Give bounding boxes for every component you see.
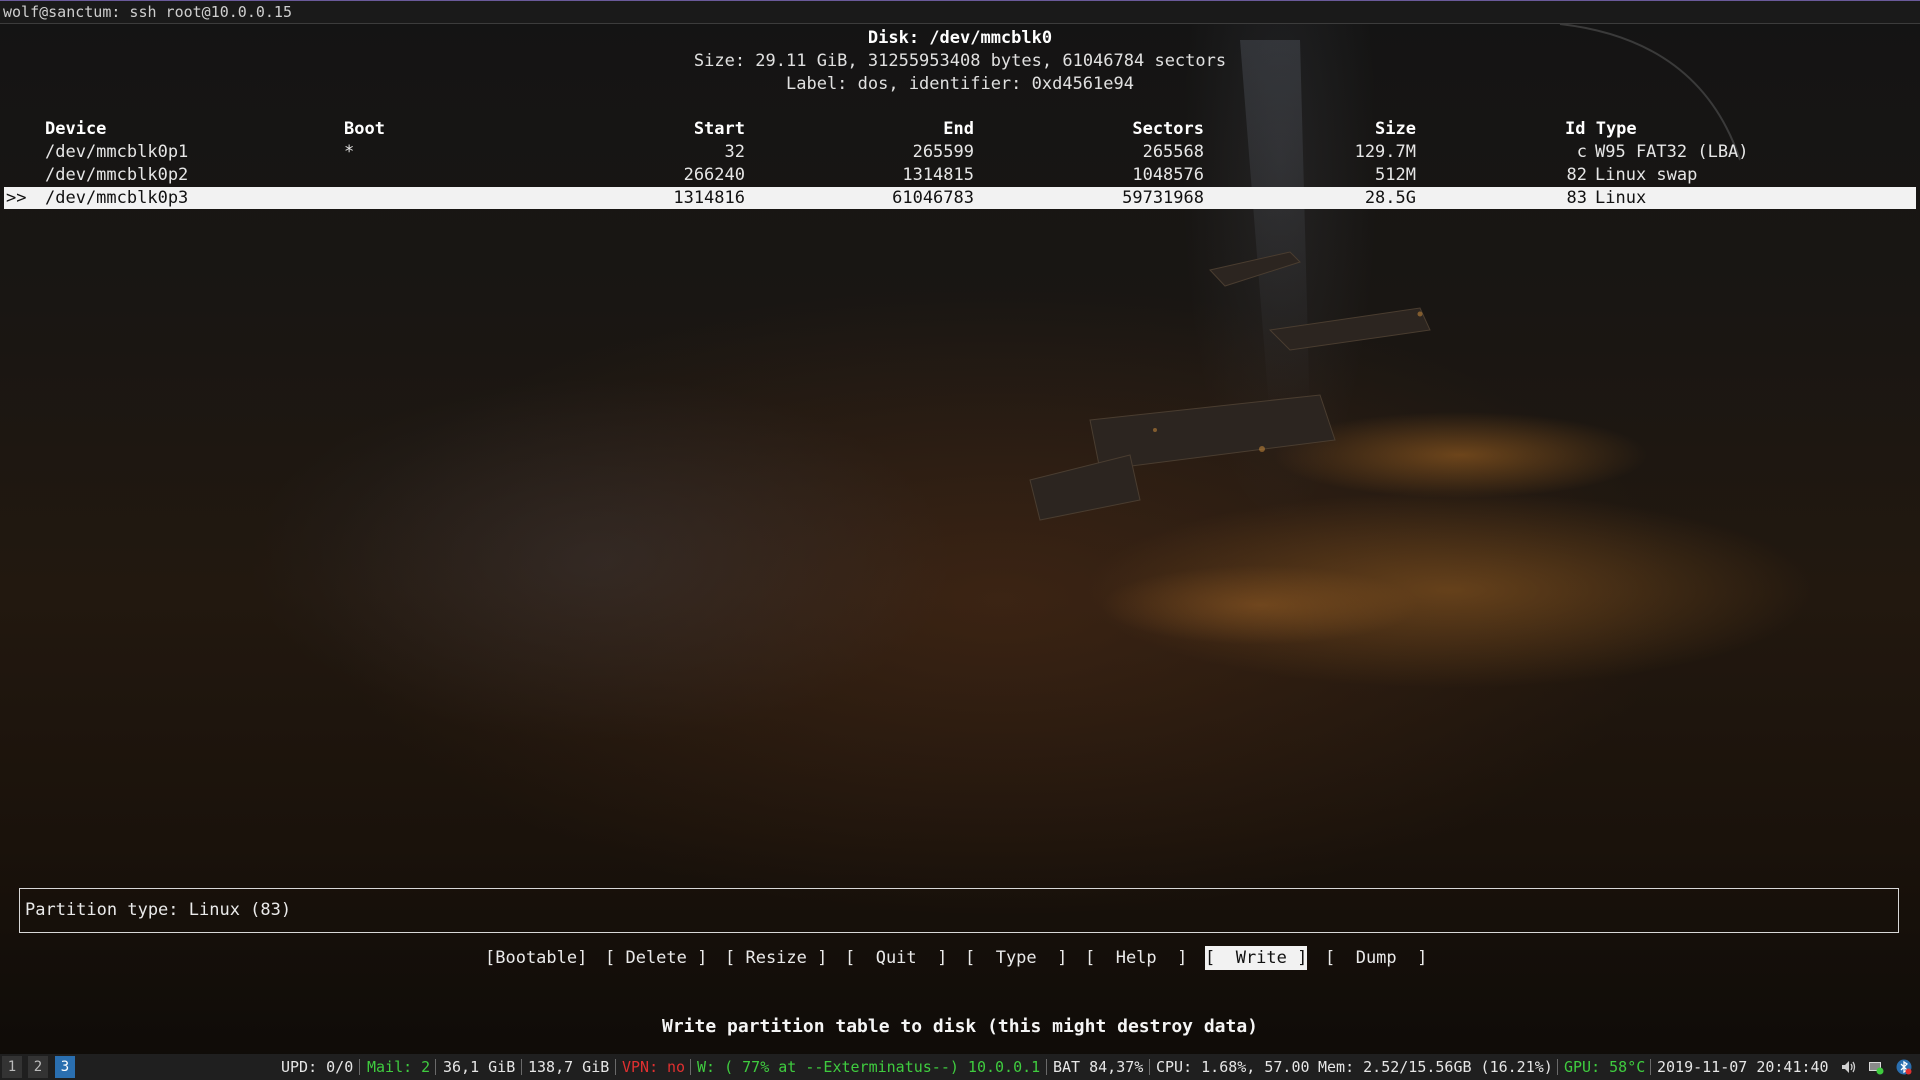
terminal-screen: wolf@sanctum: ssh root@10.0.0.15 Disk: /… (0, 0, 1920, 1080)
cpu-indicator: CPU: 1.68%, 57.00 (1156, 1058, 1310, 1076)
separator (615, 1059, 616, 1075)
partition-sectors: 1048576 (1132, 165, 1204, 185)
partition-type: Linux (1595, 188, 1647, 208)
partition-boot-flag: * (344, 142, 355, 162)
separator (690, 1059, 691, 1075)
workspace-2-button[interactable]: 2 (28, 1056, 48, 1078)
partition-sectors: 59731968 (1122, 188, 1204, 208)
bootable-button[interactable]: [Bootable] (485, 946, 587, 970)
help-button[interactable]: [ Help ] (1085, 946, 1187, 970)
column-header-boot: Boot (344, 119, 385, 139)
updates-indicator: UPD: 0/0 (281, 1058, 354, 1076)
partition-size: 512M (1375, 165, 1416, 185)
column-header-start: Start (693, 119, 745, 139)
delete-button[interactable]: [ Delete ] (605, 946, 707, 970)
partition-info-box: Partition type: Linux (83) (19, 888, 1899, 933)
help-status-message: Write partition table to disk (this migh… (661, 1016, 1259, 1037)
partition-end: 1314815 (902, 165, 974, 185)
table-header: Device Boot Start End Sectors Size Id Ty… (4, 118, 1916, 140)
partition-start: 32 (724, 142, 745, 162)
partition-start: 1314816 (673, 188, 745, 208)
disk-root-indicator: 36,1 GiB (443, 1058, 516, 1076)
disk-size-info: Size: 29.11 GiB, 31255953408 bytes, 6104… (693, 51, 1227, 71)
partition-sectors: 265568 (1142, 142, 1204, 162)
partition-end: 265599 (912, 142, 974, 162)
partition-device: /dev/mmcblk0p2 (45, 165, 189, 185)
partition-type: W95 FAT32 (LBA) (1595, 142, 1749, 162)
gpu-temp-indicator: GPU: 58°C (1564, 1058, 1646, 1076)
partition-type: Linux swap (1595, 165, 1698, 185)
memory-indicator: Mem: 2.52/15.56GB (16.21%) (1318, 1058, 1553, 1076)
vpn-label: VPN: (622, 1058, 659, 1076)
network-icon[interactable] (1868, 1059, 1884, 1075)
action-menu: [Bootable] [ Delete ] [ Resize ] [ Quit … (0, 946, 1920, 970)
column-header-id-type: Id Type (1565, 119, 1637, 139)
partition-size: 28.5G (1364, 188, 1416, 208)
mail-indicator: Mail: 2 (367, 1058, 431, 1076)
workspace-3-button[interactable]: 3 (55, 1056, 75, 1078)
separator (1046, 1059, 1047, 1075)
separator (359, 1059, 360, 1075)
status-bar: 1 2 3 UPD: 0/0 Mail: 2 36,1 GiB 138,7 Gi… (0, 1054, 1920, 1080)
battery-indicator: BAT 84,37% (1053, 1058, 1144, 1076)
separator (521, 1059, 522, 1075)
partition-id: 82 (1566, 165, 1587, 185)
volume-icon[interactable] (1840, 1059, 1856, 1075)
selection-marker: >> (6, 188, 27, 208)
window-title: wolf@sanctum: ssh root@10.0.0.15 (0, 0, 1920, 24)
separator (1149, 1059, 1150, 1075)
partition-row[interactable]: /dev/mmcblk0p1 * 32 265599 265568 129.7M… (4, 141, 1916, 163)
wifi-indicator: W: ( 77% at --Exterminatus--) 10.0.0.1 (697, 1058, 1041, 1076)
column-header-device: Device (45, 119, 107, 139)
partition-row[interactable]: /dev/mmcblk0p2 266240 1314815 1048576 51… (4, 164, 1916, 186)
separator (435, 1059, 436, 1075)
partition-device: /dev/mmcblk0p3 (45, 188, 189, 208)
vpn-value: no (667, 1058, 686, 1076)
column-header-sectors: Sectors (1132, 119, 1204, 139)
column-header-end: End (943, 119, 974, 139)
dump-button[interactable]: [ Dump ] (1325, 946, 1427, 970)
partition-end: 61046783 (892, 188, 974, 208)
disk-home-indicator: 138,7 GiB (528, 1058, 610, 1076)
separator (1650, 1059, 1651, 1075)
bluetooth-icon[interactable] (1896, 1059, 1912, 1075)
quit-button[interactable]: [ Quit ] (845, 946, 947, 970)
partition-id: 83 (1566, 188, 1587, 208)
partition-id: c (1576, 142, 1587, 162)
partition-row-selected[interactable]: >> /dev/mmcblk0p3 1314816 61046783 59731… (4, 187, 1916, 209)
partition-device: /dev/mmcblk0p1 (45, 142, 189, 162)
clock: 2019-11-07 20:41:40 (1657, 1058, 1829, 1076)
column-header-size: Size (1375, 119, 1416, 139)
type-button[interactable]: [ Type ] (965, 946, 1067, 970)
partition-size: 129.7M (1354, 142, 1416, 162)
partition-start: 266240 (683, 165, 745, 185)
resize-button[interactable]: [ Resize ] (725, 946, 827, 970)
disk-title: Disk: /dev/mmcblk0 (867, 28, 1053, 48)
separator (1557, 1059, 1558, 1075)
workspace-1-button[interactable]: 1 (2, 1056, 22, 1078)
write-button[interactable]: [ Write ] (1205, 946, 1308, 970)
disk-label-info: Label: dos, identifier: 0xd4561e94 (786, 74, 1134, 94)
